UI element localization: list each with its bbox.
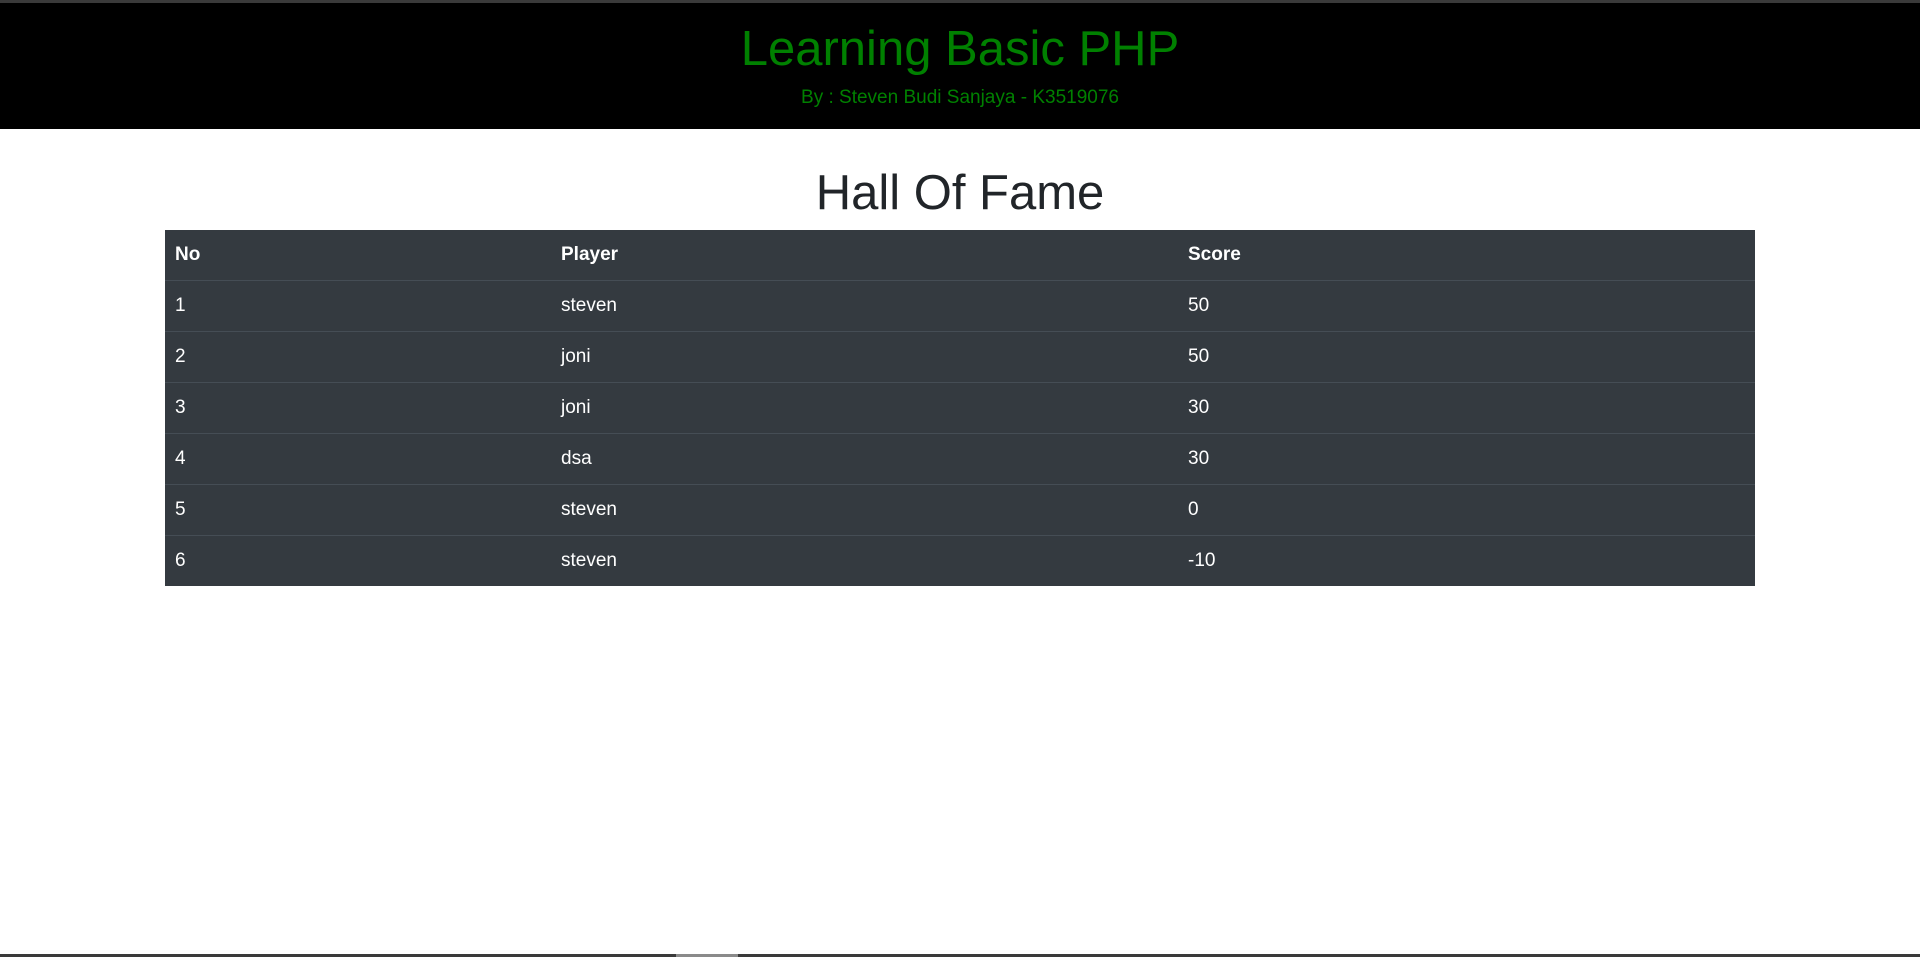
site-title: Learning Basic PHP — [740, 22, 1180, 76]
hall-of-fame-table: No Player Score 1 steven 50 2 joni 50 3 … — [165, 230, 1755, 586]
hall-of-fame-table-container: No Player Score 1 steven 50 2 joni 50 3 … — [165, 230, 1755, 586]
table-row: 4 dsa 30 — [165, 433, 1755, 485]
cell-player: joni — [551, 331, 1178, 383]
page-title: Hall Of Fame — [815, 166, 1105, 220]
table-header-row: No Player Score — [165, 230, 1755, 281]
table-header: No Player Score — [165, 230, 1755, 281]
column-header-player: Player — [561, 244, 619, 265]
cell-score: 30 — [1178, 382, 1755, 434]
cell-no: 4 — [165, 433, 551, 485]
cell-player: steven — [551, 535, 1178, 586]
cell-player: steven — [551, 280, 1178, 332]
table-row: 3 joni 30 — [165, 382, 1755, 434]
site-subtitle: By : Steven Budi Sanjaya - K3519076 — [801, 87, 1119, 108]
cell-score: -10 — [1178, 535, 1755, 586]
cell-score: 30 — [1178, 433, 1755, 485]
table-body: 1 steven 50 2 joni 50 3 joni 30 4 dsa 30… — [165, 280, 1755, 586]
cell-player: joni — [551, 382, 1178, 434]
cell-no: 6 — [165, 535, 551, 586]
cell-score: 50 — [1178, 331, 1755, 383]
column-header-no: No — [175, 244, 201, 265]
cell-score: 0 — [1178, 484, 1755, 536]
table-row: 2 joni 50 — [165, 331, 1755, 383]
cell-score: 50 — [1178, 280, 1755, 332]
table-row: 5 steven 0 — [165, 484, 1755, 536]
table-row: 6 steven -10 — [165, 535, 1755, 586]
cell-player: steven — [551, 484, 1178, 536]
cell-player: dsa — [551, 433, 1178, 485]
column-header-score: Score — [1188, 244, 1241, 265]
table-row: 1 steven 50 — [165, 280, 1755, 332]
cell-no: 1 — [165, 280, 551, 332]
site-header: Learning Basic PHP By : Steven Budi Sanj… — [0, 3, 1920, 129]
cell-no: 5 — [165, 484, 551, 536]
cell-no: 3 — [165, 382, 551, 434]
cell-no: 2 — [165, 331, 551, 383]
